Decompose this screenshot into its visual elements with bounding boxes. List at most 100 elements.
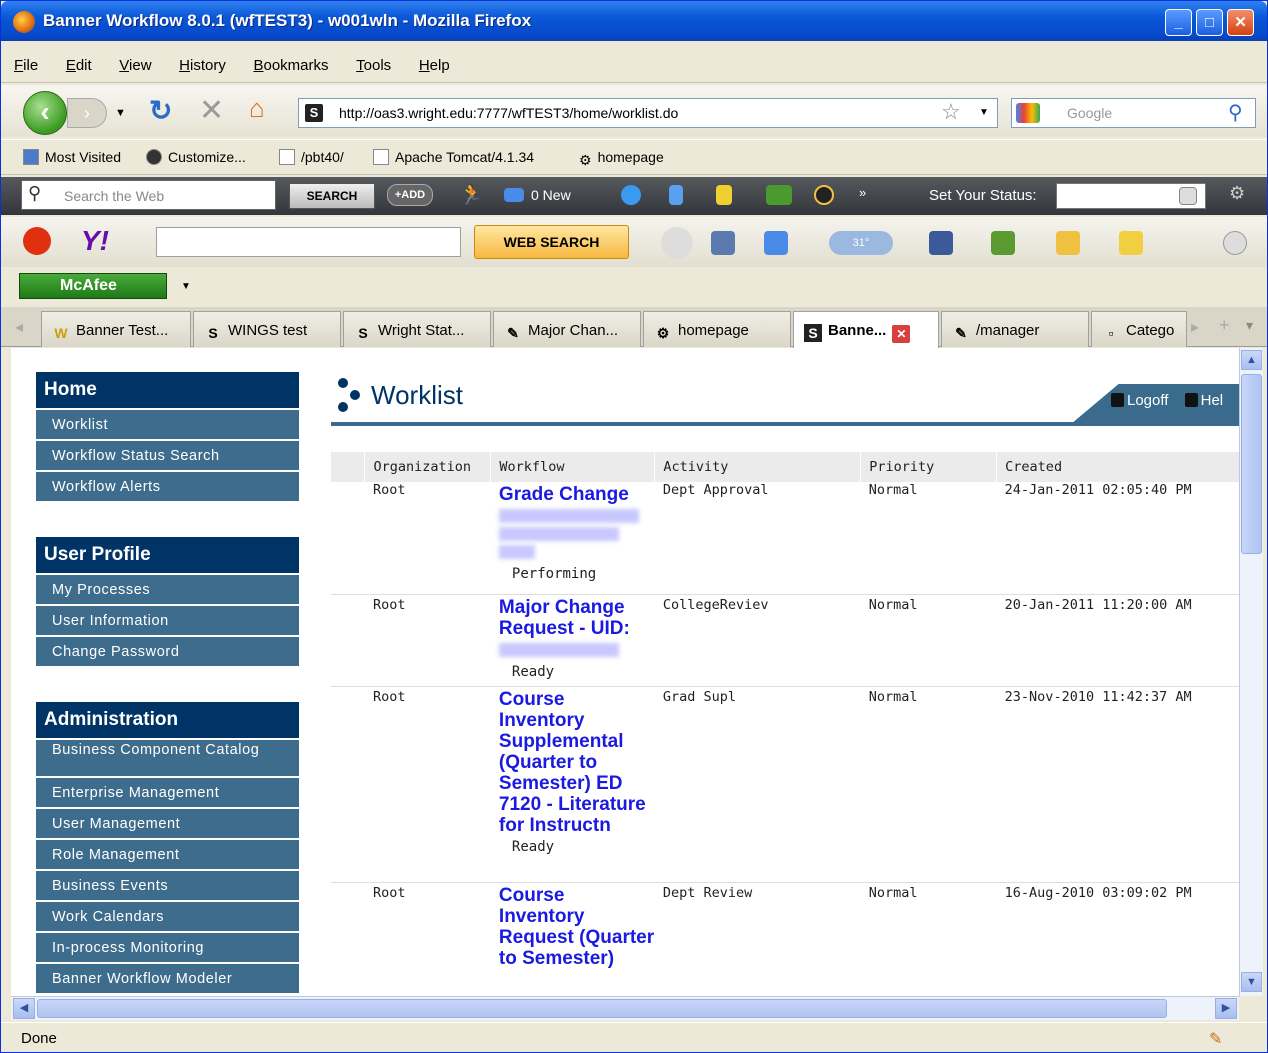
- expand-icon[interactable]: [1179, 187, 1197, 205]
- url-bar[interactable]: S http://oas3.wright.edu:7777/wfTEST3/ho…: [298, 98, 998, 128]
- google-icon[interactable]: [1016, 103, 1040, 123]
- scroll-right-icon[interactable]: ▶: [1215, 998, 1237, 1019]
- scroll-left-icon[interactable]: ◀: [13, 998, 35, 1019]
- search-box[interactable]: Google ⚲: [1011, 98, 1256, 128]
- status-addon-icon[interactable]: ✎: [1209, 1029, 1222, 1049]
- search-magnifier-icon[interactable]: ⚲: [1228, 100, 1243, 125]
- title-bar[interactable]: Banner Workflow 8.0.1 (wfTEST3) - w001wl…: [1, 1, 1267, 41]
- stop-icon[interactable]: ✕: [199, 93, 224, 128]
- forward-arrow-icon[interactable]: ›: [67, 98, 107, 128]
- vertical-scrollbar[interactable]: ▲ ▼: [1239, 348, 1263, 996]
- horizontal-scroll-thumb[interactable]: [37, 999, 1167, 1018]
- tab-close-icon[interactable]: ✕: [892, 325, 911, 343]
- sidebar-item-enterprise-management[interactable]: Enterprise Management: [36, 776, 299, 807]
- column-header-activity[interactable]: Activity: [654, 452, 862, 482]
- clipboard-yellow-icon[interactable]: [1119, 231, 1143, 255]
- menu-bookmarks[interactable]: Bookmarks: [253, 57, 328, 74]
- toolbar-search-input[interactable]: ⚲ Search the Web: [21, 180, 276, 210]
- photo-icon[interactable]: [766, 185, 792, 205]
- sidebar-item-business-component-catalog[interactable]: Business Component Catalog: [36, 738, 299, 776]
- tab-scroll-left-icon[interactable]: ◂: [15, 317, 23, 337]
- bookmark-most-visited[interactable]: Most Visited: [23, 149, 121, 165]
- toolbar-settings-icon[interactable]: [1223, 231, 1247, 255]
- tab-wings-test[interactable]: S WINGS test: [193, 311, 341, 347]
- workflow-link[interactable]: Course Inventory Request (Quarter to Sem…: [499, 885, 654, 969]
- url-dropdown-icon[interactable]: ▼: [979, 107, 989, 118]
- home-icon[interactable]: ⌂: [249, 93, 265, 124]
- bookmark-pbt40[interactable]: /pbt40/: [279, 149, 344, 165]
- sidebar-item-workflow-status-search[interactable]: Workflow Status Search: [36, 439, 299, 470]
- sidebar-item-my-processes[interactable]: My Processes: [36, 573, 299, 604]
- bottle-icon[interactable]: [669, 185, 683, 205]
- settings-gear-icon[interactable]: ⚙: [1229, 183, 1249, 203]
- column-header-created[interactable]: Created: [996, 452, 1239, 482]
- sidebar-item-user-management[interactable]: User Management: [36, 807, 299, 838]
- weather-badge[interactable]: 31°: [829, 231, 893, 255]
- tab-category[interactable]: ▫ Catego: [1091, 311, 1187, 347]
- tab-list-icon[interactable]: ▾: [1246, 317, 1253, 334]
- bookmark-customize[interactable]: Customize...: [146, 149, 246, 165]
- sidebar-item-workflow-alerts[interactable]: Workflow Alerts: [36, 470, 299, 501]
- new-tab-icon[interactable]: +: [1219, 315, 1230, 336]
- puzzle-icon[interactable]: [991, 231, 1015, 255]
- close-button[interactable]: ✕: [1227, 9, 1254, 36]
- chat-icon[interactable]: [621, 185, 641, 205]
- facebook-icon[interactable]: [929, 231, 953, 255]
- tab-banner-test[interactable]: W Banner Test...: [41, 311, 191, 347]
- runner-icon[interactable]: 🏃: [459, 182, 484, 206]
- tab-wright-state[interactable]: S Wright Stat...: [343, 311, 491, 347]
- radio-icon[interactable]: [814, 185, 834, 205]
- bookmark-homepage[interactable]: ⚙ homepage: [579, 149, 664, 169]
- web-search-button[interactable]: WEB SEARCH: [474, 225, 629, 259]
- menu-tools[interactable]: Tools: [356, 57, 391, 74]
- tab-banner-workflow[interactable]: S Banne... ✕: [793, 311, 939, 349]
- menu-help[interactable]: Help: [419, 57, 450, 74]
- clipboard-icon[interactable]: [711, 231, 735, 255]
- horizontal-scrollbar[interactable]: ◀ ▶: [11, 996, 1239, 1020]
- toolbar-search-button[interactable]: SEARCH: [289, 183, 375, 209]
- sidebar-item-in-process-monitoring[interactable]: In-process Monitoring: [36, 931, 299, 962]
- scroll-up-icon[interactable]: ▲: [1241, 350, 1262, 370]
- bookmark-star-icon[interactable]: ☆: [941, 99, 961, 125]
- scroll-down-icon[interactable]: ▼: [1241, 972, 1262, 992]
- ebay-icon[interactable]: [1056, 231, 1080, 255]
- mcafee-dropdown-icon[interactable]: ▼: [181, 281, 191, 292]
- menu-edit[interactable]: Edit: [66, 57, 92, 74]
- sidebar-item-business-events[interactable]: Business Events: [36, 869, 299, 900]
- toolbar-search-placeholder[interactable]: Search the Web: [64, 188, 164, 204]
- sidebar-item-role-management[interactable]: Role Management: [36, 838, 299, 869]
- url-text[interactable]: http://oas3.wright.edu:7777/wfTEST3/home…: [339, 105, 678, 121]
- tab-homepage[interactable]: ⚙ homepage: [643, 311, 791, 347]
- back-arrow-icon[interactable]: ‹: [23, 91, 67, 135]
- column-header-organization[interactable]: Organization: [364, 452, 492, 482]
- yahoo-search-input[interactable]: [156, 227, 461, 257]
- sidebar-header-home[interactable]: Home: [36, 372, 299, 408]
- menu-file[interactable]: File: [14, 57, 38, 74]
- workflow-link[interactable]: Course Inventory Supplemental (Quarter t…: [499, 689, 646, 836]
- c-logo-icon[interactable]: [23, 227, 51, 255]
- mail-stack-icon[interactable]: [661, 227, 693, 259]
- tab-major-change[interactable]: ✎ Major Chan...: [493, 311, 641, 347]
- sidebar-header-administration[interactable]: Administration: [36, 702, 299, 738]
- note-icon[interactable]: [716, 185, 732, 205]
- minimize-button[interactable]: _: [1165, 9, 1192, 36]
- column-header-workflow[interactable]: Workflow: [490, 452, 656, 482]
- sidebar-item-user-information[interactable]: User Information: [36, 604, 299, 635]
- mail-count[interactable]: 0 New: [531, 187, 571, 203]
- sidebar-item-banner-workflow-modeler[interactable]: Banner Workflow Modeler: [36, 962, 299, 993]
- toolbar-add-button[interactable]: +ADD: [387, 184, 433, 206]
- workflow-link[interactable]: Grade Change: [499, 484, 629, 505]
- menu-view[interactable]: View: [119, 57, 151, 74]
- sidebar-header-user-profile[interactable]: User Profile: [36, 537, 299, 573]
- logoff-link[interactable]: Logoff: [1127, 392, 1168, 409]
- envelope-icon[interactable]: [764, 231, 788, 255]
- bookmark-apache-tomcat[interactable]: Apache Tomcat/4.1.34: [373, 149, 534, 165]
- more-chevron[interactable]: »: [859, 185, 879, 205]
- maximize-button[interactable]: □: [1196, 9, 1223, 36]
- search-placeholder[interactable]: Google: [1067, 105, 1112, 121]
- mail-icon[interactable]: [504, 188, 524, 202]
- sidebar-item-change-password[interactable]: Change Password: [36, 635, 299, 666]
- tab-manager[interactable]: ✎/manager: [941, 311, 1089, 347]
- workflow-link[interactable]: Major Change Request - UID:: [499, 597, 630, 639]
- sidebar-item-work-calendars[interactable]: Work Calendars: [36, 900, 299, 931]
